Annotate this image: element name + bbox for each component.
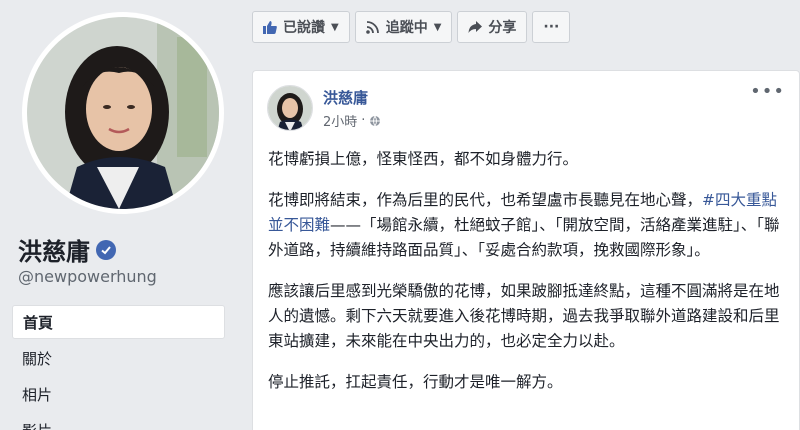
nav-item-about[interactable]: 關於	[12, 341, 225, 375]
more-options-button[interactable]: ···	[532, 11, 571, 43]
page-nav: 首頁 關於 相片 影片	[12, 305, 225, 430]
profile-photo[interactable]	[22, 12, 224, 214]
post-options-icon[interactable]: •••	[750, 81, 785, 102]
post-body: 花博虧損上億，怪東怪西，都不如身體力行。 花博即將結束，作為后里的民代，也希望盧…	[268, 147, 788, 411]
liked-button[interactable]: 已說讚 ▼	[252, 11, 350, 43]
post-paragraph: 停止推託，扛起責任，行動才是唯一解方。	[268, 373, 563, 391]
post-card: 洪慈庸 2小時 · ••• 花博虧損上億，怪東怪西，都不如身體力行。 花博即將結…	[252, 70, 800, 430]
profile-handle[interactable]: @newpowerhung	[18, 267, 157, 286]
profile-sidebar: 洪慈庸 @newpowerhung 首頁 關於 相片 影片	[0, 0, 232, 430]
post-timestamp[interactable]: 2小時	[323, 111, 357, 130]
caret-down-icon: ▼	[331, 21, 339, 33]
liked-label: 已說讚	[283, 20, 325, 36]
share-label: 分享	[488, 20, 517, 36]
more-options-icon: ···	[543, 19, 560, 35]
thumbs-up-icon	[263, 21, 277, 34]
post-avatar-image	[268, 86, 312, 130]
caret-down-icon: ▼	[433, 21, 442, 33]
post-paragraph: 花博虧損上億，怪東怪西，都不如身體力行。	[268, 150, 579, 168]
nav-item-label: 首頁	[23, 313, 54, 332]
nav-item-label: 關於	[22, 349, 53, 368]
share-arrow-icon	[468, 21, 483, 33]
nav-item-videos[interactable]: 影片	[12, 413, 225, 430]
post-author-avatar[interactable]	[267, 85, 313, 131]
globe-icon[interactable]	[369, 115, 381, 127]
nav-item-label: 相片	[22, 385, 53, 404]
post-paragraph: 應該讓后里感到光榮驕傲的花博，如果跛腳抵達終點，這種不圓滿將是在地人的遺憾。剩下…	[268, 282, 780, 350]
post-meta: 2小時 ·	[323, 111, 381, 130]
post-text: 花博即將結束，作為后里的民代，也希望盧市長聽見在地心聲，	[268, 191, 703, 209]
post-author-name[interactable]: 洪慈庸	[323, 87, 368, 108]
nav-item-photos[interactable]: 相片	[12, 377, 225, 411]
separator-dot: ·	[361, 113, 366, 128]
nav-item-label: 影片	[22, 420, 52, 430]
profile-photo-image	[27, 17, 219, 209]
rss-icon	[365, 21, 379, 34]
post-paragraph: 花博即將結束，作為后里的民代，也希望盧市長聽見在地心聲，#四大重點並不困難——「…	[268, 188, 788, 263]
following-label: 追蹤中	[385, 20, 428, 36]
following-button[interactable]: 追蹤中 ▼	[354, 11, 453, 43]
verified-badge-icon	[96, 239, 116, 260]
profile-name-text: 洪慈庸	[18, 238, 90, 266]
share-button[interactable]: 分享	[457, 11, 528, 43]
post-text: ——「場館永續，杜絕蚊子館」、「開放空間，活絡產業進駐」、「聯外道路，持續維持路…	[268, 216, 780, 259]
page-action-bar: 已說讚 ▼ 追蹤中 ▼ 分享 ···	[252, 11, 571, 43]
profile-name: 洪慈庸	[18, 232, 116, 267]
nav-item-home[interactable]: 首頁	[12, 305, 225, 339]
